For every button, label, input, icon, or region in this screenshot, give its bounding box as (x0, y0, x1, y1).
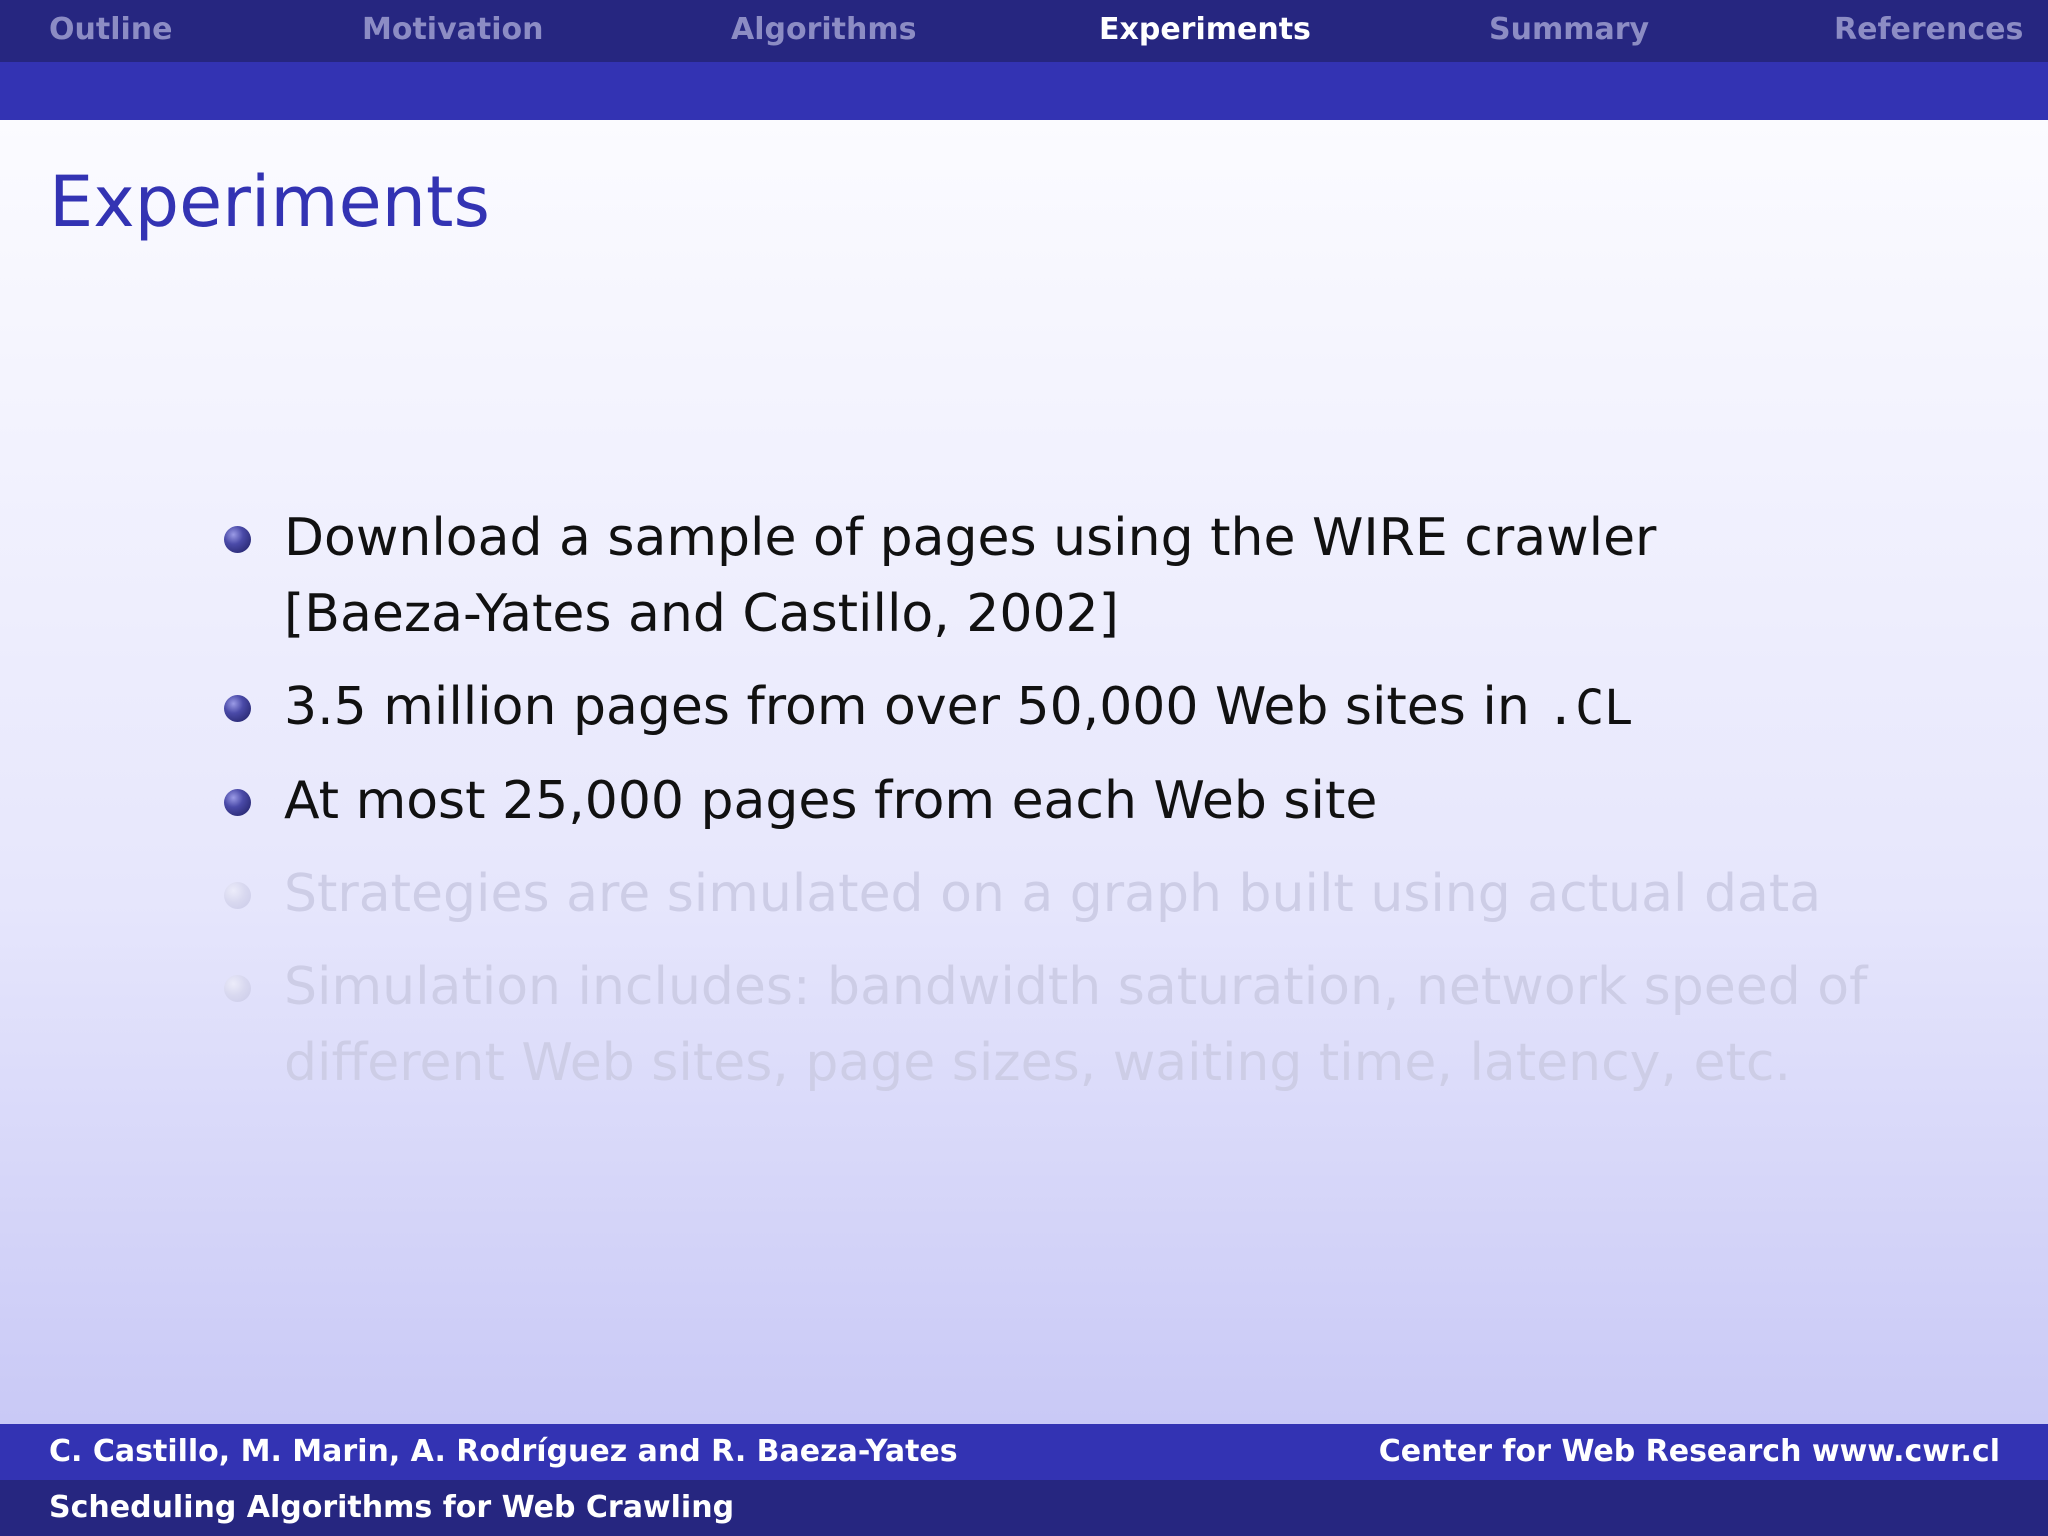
bullet-list: Download a sample of pages using the WIR… (222, 500, 1922, 1118)
bullet-ball-icon (224, 695, 251, 722)
bullet-item: Download a sample of pages using the WIR… (222, 500, 1922, 652)
nav-item-motivation[interactable]: Motivation (362, 0, 543, 62)
nav-item-experiments[interactable]: Experiments (1099, 0, 1311, 62)
footer-info-bar: C. Castillo, M. Marin, A. Rodríguez and … (0, 1424, 2048, 1480)
nav-item-references[interactable]: References (1834, 0, 2023, 62)
bullet-text: Strategies are simulated on a graph buil… (284, 864, 1822, 924)
bullet-item-faded: Strategies are simulated on a graph buil… (222, 856, 1922, 932)
frame-title: Experiments (49, 161, 490, 243)
bullet-item: 3.5 million pages from over 50,000 Web s… (222, 669, 1922, 746)
nav-item-outline[interactable]: Outline (49, 0, 172, 62)
nav-item-algorithms[interactable]: Algorithms (731, 0, 916, 62)
section-navigation: Outline Motivation Algorithms Experiment… (0, 0, 2048, 62)
domain-code: .CL (1546, 680, 1634, 736)
bullet-ball-icon (224, 882, 251, 909)
footer-institute: Center for Web Research www.cwr.cl (1378, 1434, 2000, 1469)
citation-link[interactable]: [Baeza-Yates and Castillo, 2002] (284, 576, 1922, 652)
bullet-item-faded: Simulation includes: bandwidth saturatio… (222, 949, 1922, 1101)
header-band (0, 62, 2048, 120)
bullet-ball-icon (224, 526, 251, 553)
bullet-text: different Web sites, page sizes, waiting… (284, 1033, 1792, 1093)
slide: Outline Motivation Algorithms Experiment… (0, 0, 2048, 1536)
footer-talk-title: Scheduling Algorithms for Web Crawling (49, 1490, 735, 1525)
bullet-text: Download a sample of pages using the WIR… (284, 508, 1657, 568)
bullet-text: Simulation includes: bandwidth saturatio… (284, 957, 1868, 1017)
bullet-text: At most 25,000 pages from each Web site (284, 771, 1378, 831)
bullet-item: At most 25,000 pages from each Web site (222, 763, 1922, 839)
nav-item-summary[interactable]: Summary (1489, 0, 1649, 62)
bullet-text: 3.5 million pages from over 50,000 Web s… (284, 677, 1530, 737)
bullet-ball-icon (224, 789, 251, 816)
footer-title-bar: Scheduling Algorithms for Web Crawling (0, 1480, 2048, 1536)
footer-authors: C. Castillo, M. Marin, A. Rodríguez and … (49, 1434, 958, 1469)
bullet-ball-icon (224, 975, 251, 1002)
